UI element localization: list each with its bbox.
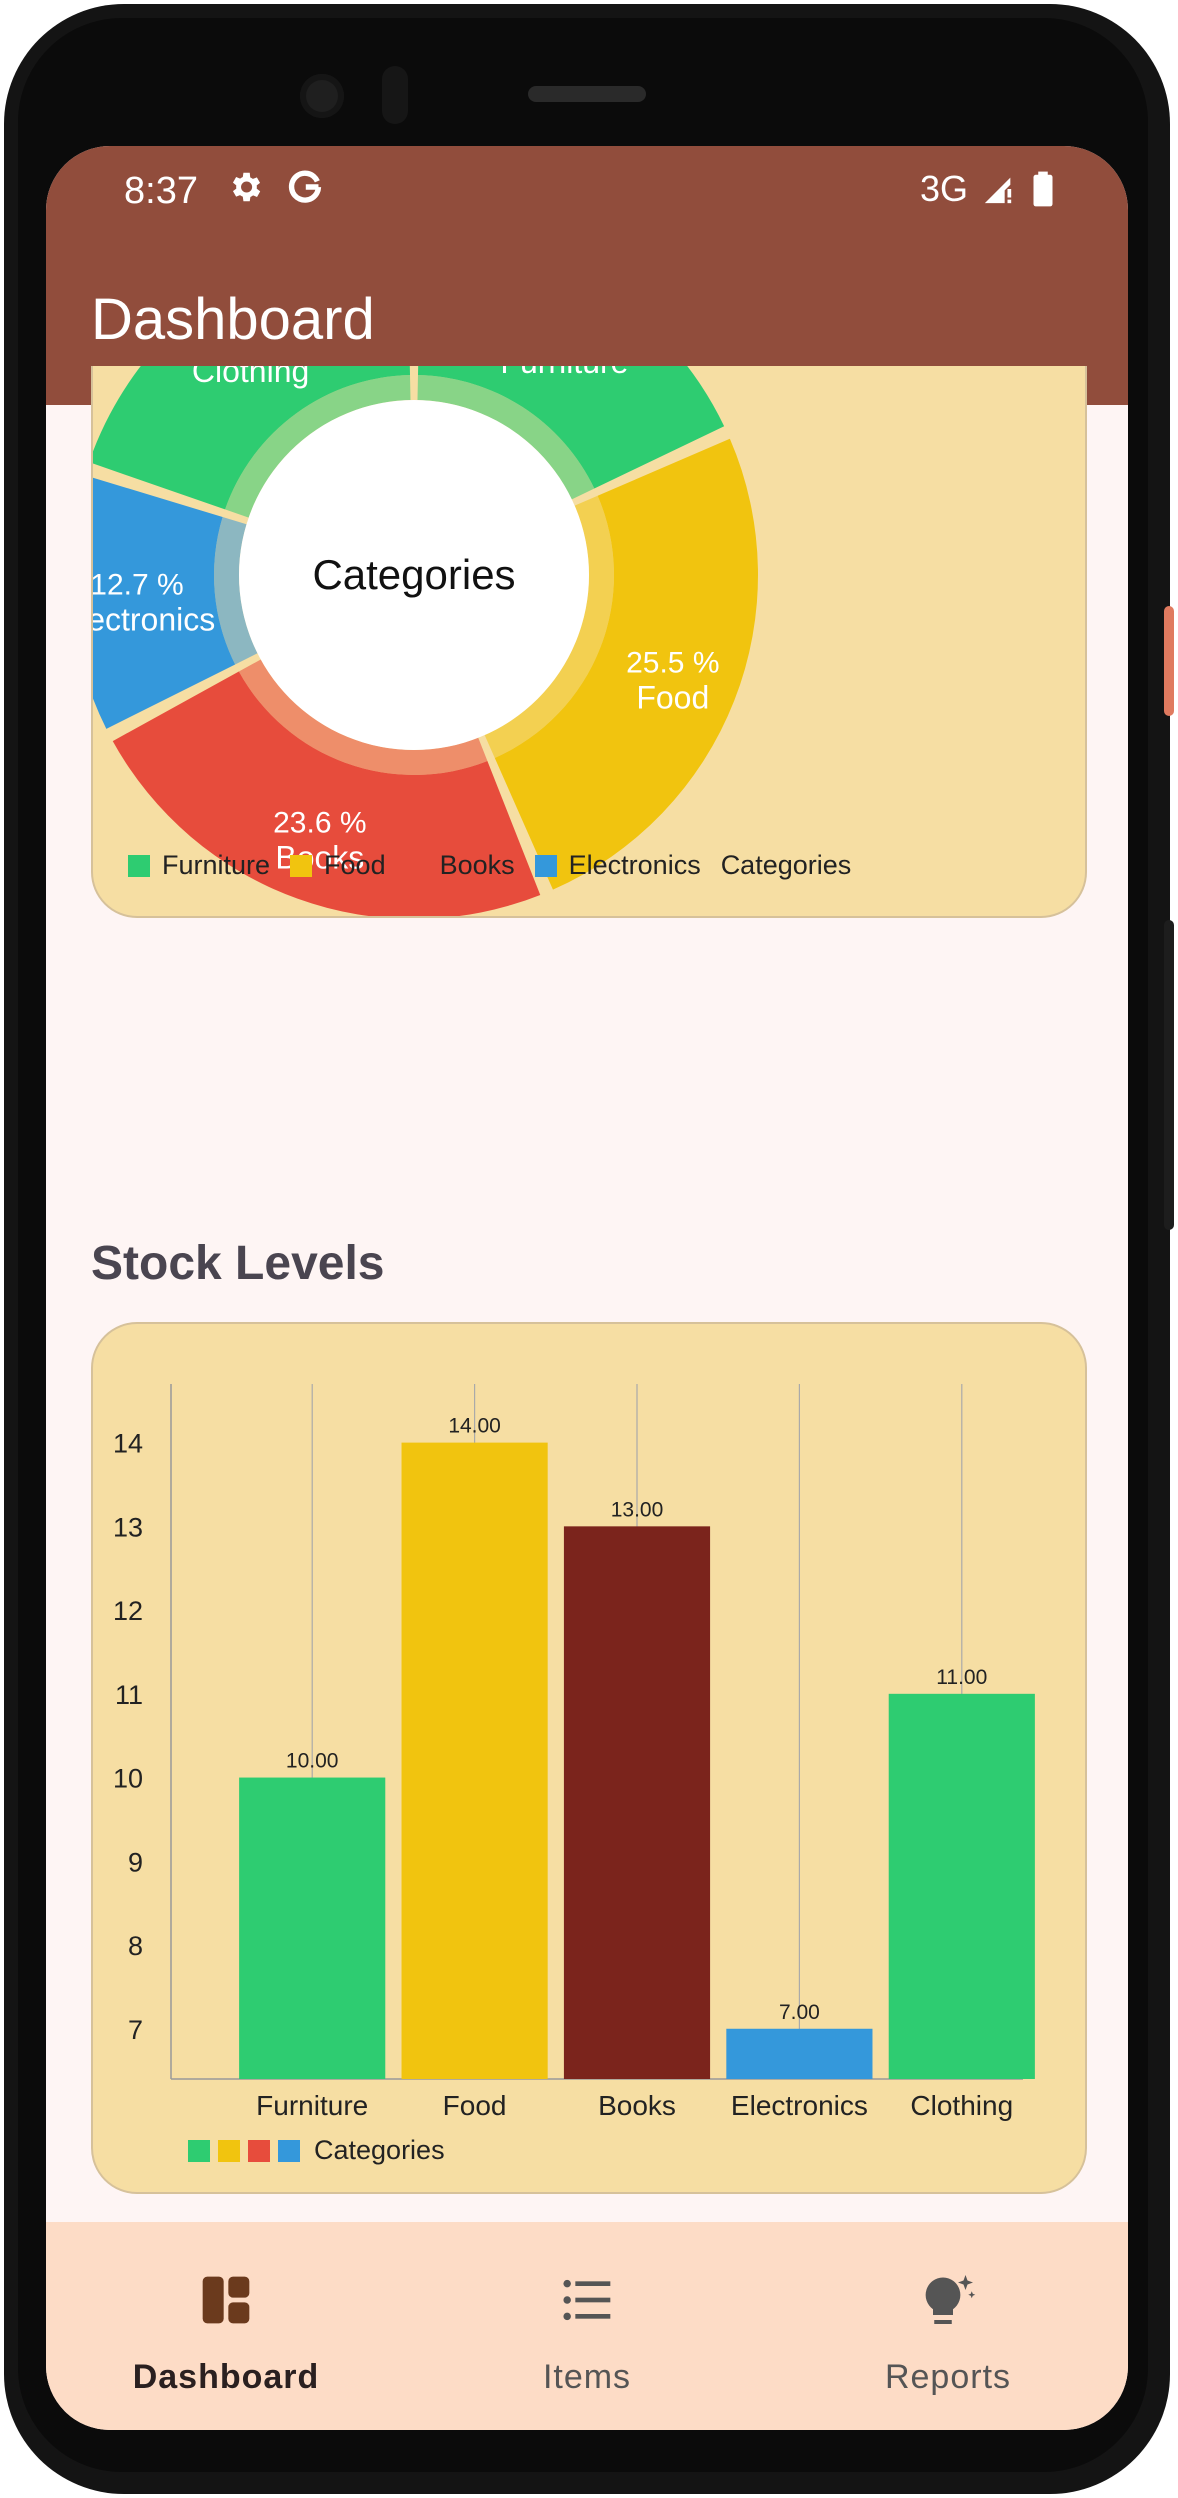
bar-books[interactable] — [563, 1526, 711, 2079]
stock-levels-title: Stock Levels — [91, 1237, 385, 1290]
pie-center-label: Categories — [312, 551, 515, 598]
y-tick-label: 10 — [113, 1764, 143, 1794]
legend-label: Books — [439, 850, 515, 880]
pie-slice-label: Furniture — [500, 366, 628, 380]
network-type: 3G — [919, 168, 968, 209]
bar-value-label: 11.00 — [936, 1666, 987, 1689]
front-camera — [300, 74, 344, 118]
nav-item-reports[interactable]: Reports — [768, 2222, 1128, 2430]
phone-frame: 8:37 3G Dashboard 18.2 %F — [0, 0, 1178, 2498]
battery-icon — [1033, 171, 1053, 207]
y-tick-label: 14 — [113, 1429, 143, 1459]
proximity-sensor — [382, 66, 408, 124]
bar-value-label: 10.00 — [286, 1750, 339, 1773]
nav-label-items: Items — [542, 2358, 632, 2396]
legend-swatch — [290, 854, 313, 877]
nav-label-reports: Reports — [884, 2358, 1012, 2396]
legend-swatch — [534, 854, 557, 877]
pie-slice-percent: 23.6 % — [273, 807, 366, 840]
pie-slice-label: Electronics — [93, 602, 215, 638]
bar-food[interactable] — [401, 1442, 548, 2079]
x-tick-label: Food — [443, 2090, 507, 2121]
category-pie-card: 18.2 %Furniture25.5 %Food23.6 %Books12.7… — [91, 366, 1087, 918]
bar-value-label: 7.00 — [779, 2001, 820, 2024]
page-title: Dashboard — [91, 287, 375, 352]
nav-item-dashboard[interactable]: Dashboard — [46, 2222, 406, 2430]
stock-levels-card: 7 8 9 10 11 12 13 14 10.00 Furniture 14.00 Food 13.0… — [91, 1322, 1087, 2194]
y-tick-label: 11 — [115, 1680, 143, 1710]
power-button — [1164, 606, 1174, 716]
y-tick-label: 12 — [113, 1596, 143, 1626]
x-tick-label: Furniture — [256, 2090, 368, 2121]
x-tick-label: Clothing — [910, 2090, 1013, 2121]
legend-label: Electronics — [568, 850, 701, 880]
bar-value-label: 13.00 — [611, 1498, 664, 1521]
bar-legend: Categories — [188, 2135, 445, 2166]
nav-item-items[interactable]: Items — [407, 2222, 767, 2430]
bar-furniture[interactable] — [239, 1777, 386, 2079]
stock-levels-bar-chart: 7 8 9 10 11 12 13 14 10.00 Furniture 14.00 Food 13.0… — [113, 1384, 1035, 2121]
y-tick-label: 8 — [128, 1931, 143, 1961]
legend-swatch — [278, 2139, 300, 2162]
y-tick-label: 7 — [128, 2015, 143, 2045]
legend-swatch — [218, 2139, 240, 2162]
pie-slice-label: Clothing — [192, 366, 309, 389]
legend-series-label: Categories — [720, 850, 852, 880]
legend-series-label: Categories — [314, 2135, 445, 2165]
pie-legend: Furniture Food Books Electronics Categories — [128, 850, 851, 881]
list-icon — [563, 2279, 611, 2321]
y-tick-label: 13 — [113, 1512, 143, 1542]
status-time: 8:37 — [124, 170, 198, 212]
bottom-navigation: Dashboard Items Reports — [46, 2222, 1128, 2430]
signal-icon — [984, 177, 1012, 204]
pie-slice-label: Food — [636, 680, 709, 716]
earpiece-speaker — [528, 86, 646, 102]
nav-label-dashboard: Dashboard — [132, 2358, 320, 2396]
volume-button — [1164, 920, 1174, 1230]
category-pie-chart: 18.2 %Furniture25.5 %Food23.6 %Books12.7… — [93, 366, 759, 916]
bar-clothing[interactable] — [888, 1693, 1035, 2079]
dashboard-icon — [202, 2276, 250, 2324]
x-tick-label: Electronics — [731, 2090, 868, 2121]
legend-swatch — [248, 2139, 270, 2162]
x-tick-label: Books — [598, 2090, 676, 2121]
legend-label: Food — [324, 850, 386, 880]
pie-slice-percent: 25.5 % — [626, 647, 719, 680]
pie-slice-percent: 12.7 % — [93, 569, 184, 602]
bar-electronics[interactable] — [726, 2028, 873, 2079]
bar-value-label: 14.00 — [448, 1415, 501, 1438]
google-g-icon — [288, 170, 322, 203]
y-tick-label: 9 — [128, 1847, 143, 1877]
legend-label: Furniture — [162, 850, 271, 880]
screen: 8:37 3G Dashboard 18.2 %F — [46, 146, 1128, 2430]
legend-swatch — [128, 854, 150, 877]
legend-swatch — [405, 854, 428, 877]
legend-swatch — [188, 2139, 210, 2162]
settings-icon — [232, 172, 261, 202]
lightbulb-icon — [925, 2275, 976, 2324]
